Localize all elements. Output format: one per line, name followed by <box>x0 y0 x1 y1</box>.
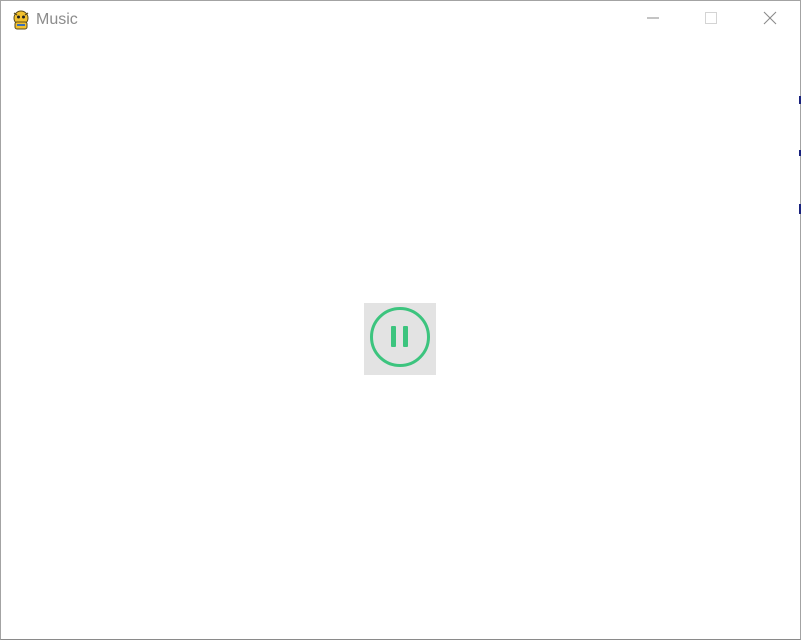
close-icon <box>763 11 777 30</box>
window-title: Music <box>36 11 78 28</box>
minimize-button[interactable] <box>624 1 682 39</box>
python-snake-icon <box>11 9 31 31</box>
pause-button[interactable] <box>364 303 436 375</box>
title-bar[interactable]: Music <box>1 1 800 39</box>
music-player-area <box>1 39 800 639</box>
minimize-icon <box>647 11 659 29</box>
app-window: Music <box>0 0 801 640</box>
pause-circle-icon <box>369 306 431 373</box>
maximize-button[interactable] <box>682 1 740 39</box>
maximize-icon <box>705 11 717 29</box>
close-button[interactable] <box>741 1 799 39</box>
